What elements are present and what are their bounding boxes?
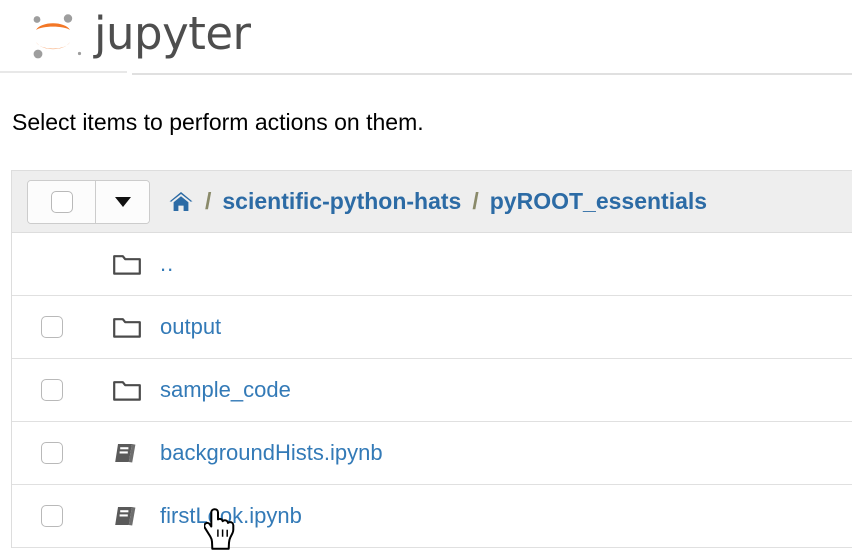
folder-icon — [104, 251, 150, 277]
notebook-icon — [104, 440, 150, 466]
file-list-header: / scientific-python-hats / pyROOT_essent… — [12, 171, 852, 233]
breadcrumb-link-scientific-python-hats[interactable]: scientific-python-hats — [222, 188, 461, 215]
table-row[interactable]: backgroundHists.ipynb — [12, 422, 852, 485]
breadcrumb-separator-2: / — [472, 188, 479, 214]
file-link[interactable]: sample_code — [160, 377, 291, 403]
jupyter-logo-icon — [24, 7, 82, 65]
home-icon[interactable] — [168, 190, 194, 214]
caret-down-icon[interactable] — [114, 196, 131, 207]
tab-strip-border-right — [132, 73, 852, 75]
row-checkbox-cell[interactable] — [12, 379, 104, 401]
select-items-notice: Select items to perform actions on them. — [12, 109, 424, 135]
notebook-icon — [104, 503, 150, 529]
breadcrumb-separator-1: / — [205, 188, 212, 214]
row-checkbox[interactable] — [41, 505, 63, 527]
tab-strip — [0, 71, 852, 75]
checkbox-unchecked-icon[interactable] — [50, 190, 73, 213]
row-checkbox-cell[interactable] — [12, 442, 104, 464]
row-checkbox[interactable] — [41, 442, 63, 464]
table-row[interactable]: firstLook.ipynb — [12, 485, 852, 548]
file-link[interactable]: .. — [160, 251, 174, 277]
brand-wordmark: jupyter — [94, 6, 251, 60]
row-checkbox-cell[interactable] — [12, 505, 104, 527]
file-browser: / scientific-python-hats / pyROOT_essent… — [11, 170, 852, 548]
jupyter-brand[interactable]: jupyter — [24, 4, 251, 68]
select-all-dropdown-button[interactable] — [96, 180, 149, 223]
table-row[interactable]: .. — [12, 233, 852, 296]
table-row[interactable]: output — [12, 296, 852, 359]
folder-icon — [104, 377, 150, 403]
row-checkbox[interactable] — [41, 316, 63, 338]
select-all-checkbox[interactable] — [28, 180, 96, 223]
file-link[interactable]: output — [160, 314, 221, 340]
breadcrumb: / scientific-python-hats / pyROOT_essent… — [168, 188, 707, 215]
select-all-button-group[interactable] — [27, 179, 150, 224]
breadcrumb-link-pyroot-essentials[interactable]: pyROOT_essentials — [490, 188, 707, 215]
row-checkbox-cell[interactable] — [12, 316, 104, 338]
file-link[interactable]: firstLook.ipynb — [160, 503, 302, 529]
tab-strip-border-left — [0, 71, 127, 73]
jupyter-file-browser-page: jupyter Select items to perform actions … — [0, 0, 852, 560]
table-row[interactable]: sample_code — [12, 359, 852, 422]
folder-icon — [104, 314, 150, 340]
row-checkbox[interactable] — [41, 379, 63, 401]
file-link[interactable]: backgroundHists.ipynb — [160, 440, 383, 466]
